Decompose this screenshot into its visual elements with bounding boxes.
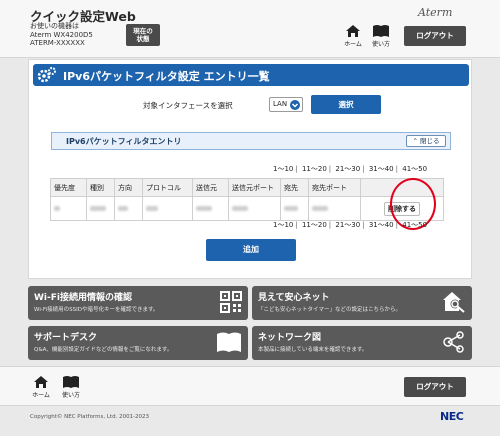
footer-home-button[interactable]: ホーム	[28, 375, 54, 399]
select-button[interactable]: 選択	[311, 95, 381, 114]
pager-bottom: 1～10 | 11～20 | 21～30 | 31～40 | 41～50	[273, 220, 428, 230]
chevron-down-icon	[290, 100, 300, 110]
house-search-icon	[443, 292, 465, 313]
tile-support-desk[interactable]: サポートデスク Q&A、機能別設定ガイドなどの情報をご覧になれます。	[28, 326, 248, 360]
pager-link[interactable]: 1～10	[273, 220, 293, 230]
pager-link[interactable]: 31～40	[369, 220, 394, 230]
footer-logout-button[interactable]: ログアウト	[404, 377, 466, 397]
collapse-button[interactable]: ⌃ 閉じる	[406, 135, 446, 147]
qr-code-icon	[220, 291, 242, 313]
pager-link[interactable]: 11～20	[302, 164, 327, 174]
pager-link[interactable]: 21～30	[335, 164, 360, 174]
entry-table: 優先度 種別 方向 プロトコル 送信元 送信元ポート 宛先 宛先ポート 削除する	[50, 178, 444, 221]
interface-label: 対象インタフェースを選択	[143, 101, 233, 110]
footer-nav: ホーム 使い方 ログアウト	[0, 366, 500, 406]
home-icon	[346, 25, 360, 37]
home-icon	[34, 376, 48, 388]
tile-safe-net[interactable]: 見えて安心ネット 「こども安心ネットタイマー」などの設定はこちらから。	[252, 286, 472, 320]
tile-network-map[interactable]: ネットワーク図 本製品に接続している端末を確認できます。	[252, 326, 472, 360]
pager-link[interactable]: 11～20	[302, 220, 327, 230]
chevron-up-icon: ⌃	[412, 137, 418, 145]
header: クイック設定Web お使いの機器は Aterm WX4200D5 ATERM-X…	[0, 0, 500, 58]
section-title: IPv6パケットフィルタエントリ	[66, 137, 182, 146]
home-button[interactable]: ホーム	[340, 24, 366, 48]
logout-button[interactable]: ログアウト	[404, 26, 466, 46]
device-info: お使いの機器は Aterm WX4200D5 ATERM-XXXXXX	[30, 22, 93, 47]
table-row: 削除する	[50, 196, 444, 221]
footer-help-button[interactable]: 使い方	[58, 375, 84, 399]
book-icon	[373, 25, 389, 37]
network-icon	[443, 331, 464, 353]
table-header-row: 優先度 種別 方向 プロトコル 送信元 送信元ポート 宛先 宛先ポート	[50, 178, 444, 197]
interface-select[interactable]: LAN	[269, 97, 303, 112]
page-title-bar: IPv6パケットフィルタ設定 エントリ一覧	[33, 64, 469, 86]
pager-link[interactable]: 31～40	[369, 164, 394, 174]
tile-wifi-info[interactable]: Wi-Fi接続用情報の確認 Wi-Fi接続用のSSIDや暗号化キーを確認できます…	[28, 286, 248, 320]
copyright: Copyright© NEC Platforms, Ltd. 2001-2023	[30, 414, 150, 420]
book-icon	[217, 332, 241, 352]
pager-top: 1～10 | 11～20 | 21～30 | 31～40 | 41～50	[273, 164, 428, 174]
book-icon	[63, 376, 79, 388]
gear-icon	[37, 67, 56, 83]
pager-link[interactable]: 41～50	[402, 220, 427, 230]
nec-logo: NEC	[440, 410, 464, 423]
section-header: IPv6パケットフィルタエントリ ⌃ 閉じる	[51, 132, 451, 150]
aterm-logo: Aterm	[418, 6, 453, 19]
pager-link[interactable]: 41～50	[402, 164, 427, 174]
current-status-button[interactable]: 現在の 状態	[126, 24, 160, 46]
page-title: IPv6パケットフィルタ設定 エントリ一覧	[63, 70, 270, 83]
pager-link[interactable]: 1～10	[273, 164, 293, 174]
pager-link[interactable]: 21～30	[335, 220, 360, 230]
help-button[interactable]: 使い方	[368, 24, 394, 48]
add-button[interactable]: 追加	[206, 239, 296, 261]
